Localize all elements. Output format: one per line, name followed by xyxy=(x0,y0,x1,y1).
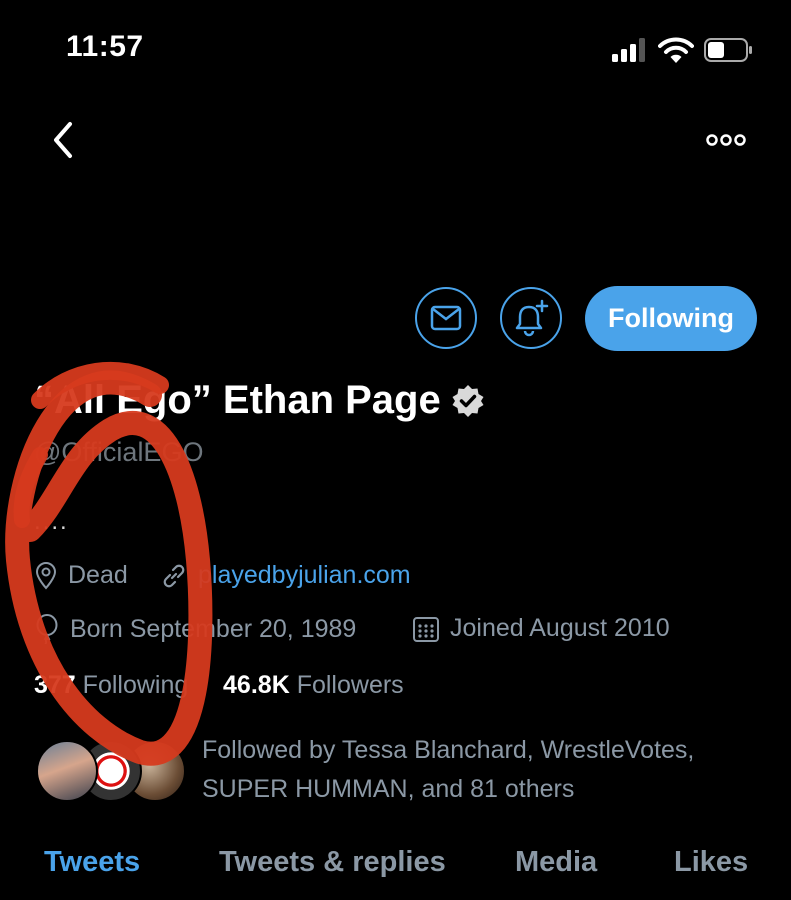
following-button[interactable]: Following xyxy=(585,286,757,351)
notifications-button[interactable] xyxy=(500,287,562,349)
battery-icon xyxy=(704,38,752,62)
profile-location: Dead xyxy=(34,561,128,590)
profile-bio: .... xyxy=(34,508,69,535)
profile-name: “All Ego” Ethan Page xyxy=(34,378,485,423)
profile-website[interactable]: playedbyjulian.com xyxy=(160,561,411,590)
followers-count: 46.8K xyxy=(223,671,290,699)
profile-handle: @OfficialEGO xyxy=(34,437,204,467)
bell-plus-icon xyxy=(515,299,549,337)
status-time: 11:57 xyxy=(66,30,144,63)
location-pin-icon xyxy=(35,561,57,589)
display-name-text: “All Ego” Ethan Page xyxy=(34,378,441,422)
birthday-text: Born September 20, 1989 xyxy=(70,614,357,643)
profile-joined: Joined August 2010 xyxy=(412,614,670,643)
location-text: Dead xyxy=(68,561,128,589)
link-icon xyxy=(163,564,185,587)
back-chevron-icon[interactable] xyxy=(46,120,82,160)
following-count: 377 xyxy=(34,671,76,699)
website-link[interactable]: playedbyjulian.com xyxy=(198,561,411,590)
tab-tweets-and-replies[interactable]: Tweets & replies xyxy=(219,846,446,879)
following-label: Following xyxy=(82,671,189,699)
followed-by-avatars[interactable] xyxy=(36,740,186,806)
tab-likes[interactable]: Likes xyxy=(674,846,748,879)
followed-by-text[interactable]: Followed by Tessa Blanchard, WrestleVote… xyxy=(202,731,762,809)
balloon-icon xyxy=(36,614,58,644)
mail-icon xyxy=(430,305,462,331)
profile-birthday: Born September 20, 1989 xyxy=(34,614,356,644)
wifi-icon xyxy=(658,37,694,63)
joined-text: Joined August 2010 xyxy=(450,614,670,642)
follow-counts: 377 Following 46.8K Followers xyxy=(34,671,404,700)
followers-label: Followers xyxy=(296,671,404,699)
cellular-signal-icon xyxy=(612,38,645,62)
following-count-link[interactable]: 377 Following xyxy=(34,671,195,699)
more-options-icon[interactable] xyxy=(706,130,746,150)
tab-media[interactable]: Media xyxy=(515,846,597,879)
followers-count-link[interactable]: 46.8K Followers xyxy=(223,671,404,699)
tab-tweets[interactable]: Tweets xyxy=(44,846,140,879)
calendar-icon xyxy=(413,616,439,642)
verified-badge-icon xyxy=(452,384,484,417)
message-button[interactable] xyxy=(415,287,477,349)
avatar xyxy=(36,740,98,802)
